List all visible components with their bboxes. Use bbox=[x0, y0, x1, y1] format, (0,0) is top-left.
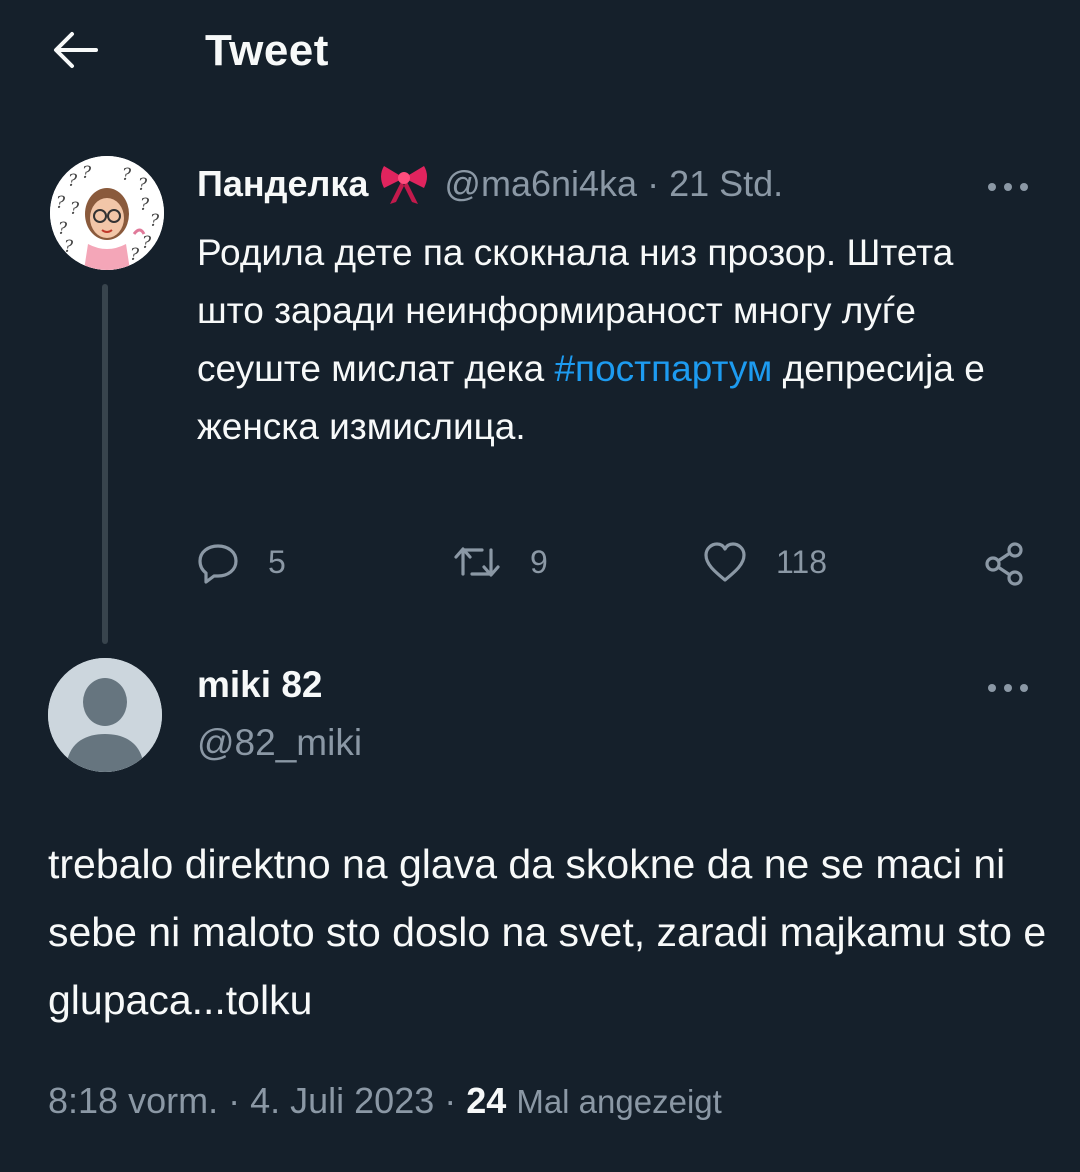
retweet-icon bbox=[454, 547, 500, 577]
ribbon-bow-icon bbox=[378, 162, 430, 206]
parent-tweet-text: Родила дете па скокнала низ прозор. Штет… bbox=[197, 224, 1027, 456]
separator-dot: · bbox=[228, 1080, 241, 1121]
heart-icon bbox=[704, 542, 746, 582]
more-options-icon[interactable] bbox=[986, 180, 1030, 192]
share-button[interactable] bbox=[982, 540, 1054, 588]
reply-count: 5 bbox=[268, 543, 286, 580]
page-title: Tweet bbox=[205, 26, 329, 75]
tweet-date[interactable]: 4. Juli 2023 bbox=[250, 1080, 434, 1121]
svg-text:?: ? bbox=[138, 175, 148, 195]
like-button[interactable]: 118 bbox=[702, 540, 827, 584]
tweet-time[interactable]: 8:18 vorm. bbox=[48, 1080, 218, 1121]
more-options-icon[interactable] bbox=[986, 681, 1030, 693]
parent-tweet-handle[interactable]: @ma6ni4ka bbox=[444, 163, 637, 205]
parent-tweet-actions: 5 9 118 bbox=[196, 540, 1036, 596]
separator-dot: · bbox=[444, 1080, 457, 1121]
svg-text:?: ? bbox=[64, 237, 74, 257]
svg-text:?: ? bbox=[68, 171, 78, 191]
svg-text:?: ? bbox=[122, 165, 132, 185]
main-tweet-display-name[interactable]: miki 82 bbox=[197, 664, 322, 706]
main-tweet-text: trebalo direktno na glava da skokne da n… bbox=[48, 841, 1047, 1023]
reply-icon bbox=[198, 544, 238, 584]
retweet-count: 9 bbox=[530, 543, 548, 580]
svg-text:?: ? bbox=[70, 199, 80, 219]
svg-text:?: ? bbox=[130, 245, 140, 265]
share-icon bbox=[985, 542, 1023, 586]
main-tweet-handle[interactable]: @82_miki bbox=[197, 722, 362, 764]
views-label: Mal angezeigt bbox=[516, 1083, 722, 1120]
svg-text:?: ? bbox=[82, 163, 92, 183]
parent-tweet-avatar[interactable]: ???? ???? ???? bbox=[50, 156, 164, 270]
like-count: 118 bbox=[776, 543, 828, 580]
separator-dot: · bbox=[647, 163, 660, 204]
tweet-metadata: 8:18 vorm. · 4. Juli 2023 · 24 Mal angez… bbox=[48, 1080, 722, 1122]
views-count[interactable]: 24 bbox=[466, 1080, 506, 1121]
back-arrow-icon[interactable] bbox=[52, 30, 100, 70]
svg-text:?: ? bbox=[56, 193, 66, 213]
svg-text:?: ? bbox=[142, 233, 152, 253]
svg-text:?: ? bbox=[150, 211, 160, 231]
thread-connector-line bbox=[102, 284, 108, 644]
hashtag-link[interactable]: #постпартум bbox=[554, 348, 772, 389]
parent-tweet-header: Панделка @ma6ni4ka · 21 Std. bbox=[197, 162, 783, 206]
main-tweet-avatar[interactable] bbox=[48, 658, 162, 772]
parent-tweet-display-name[interactable]: Панделка bbox=[197, 163, 368, 205]
svg-text:?: ? bbox=[140, 195, 150, 215]
reply-button[interactable]: 5 bbox=[196, 540, 286, 584]
retweet-button[interactable]: 9 bbox=[452, 540, 548, 584]
parent-tweet-timestamp[interactable]: 21 Std. bbox=[669, 163, 783, 205]
svg-text:?: ? bbox=[58, 219, 68, 239]
